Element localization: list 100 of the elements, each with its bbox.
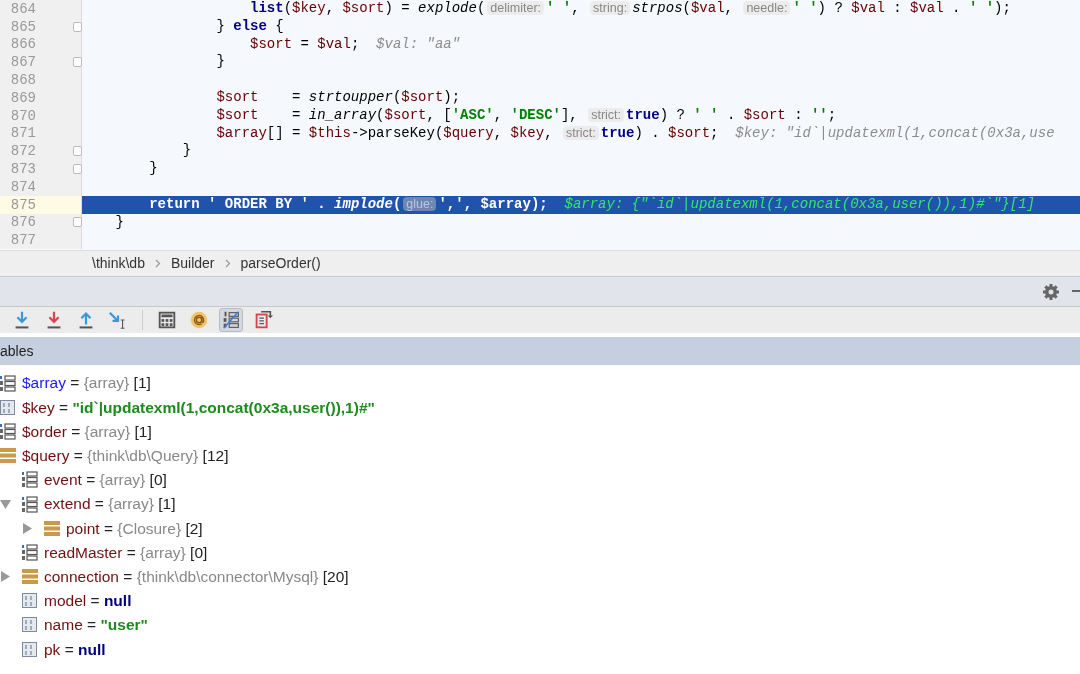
binary-icon [22, 640, 38, 658]
item-count: [1] [158, 494, 176, 515]
code-text: } [182, 142, 192, 159]
variable-type: {think\db\connector\Mysql} [136, 566, 319, 587]
breadcrumb-item[interactable]: \think\db [92, 253, 145, 274]
fold-marker-icon[interactable] [73, 21, 82, 32]
binary-icon [0, 398, 16, 416]
numbered-list-button[interactable] [219, 308, 243, 332]
equals-sign: = [73, 446, 83, 467]
line-number: 865 [9, 18, 36, 35]
code-text: = [292, 106, 301, 123]
variable-name: readMaster [44, 542, 123, 563]
chevron-icon [154, 259, 161, 268]
item-count: [0] [149, 470, 167, 491]
variable-type: {array} [140, 542, 186, 563]
parameter-hint: delimiter: [487, 1, 545, 15]
code-text: } [216, 53, 225, 70]
parameter-hint: glue: [403, 196, 437, 211]
binary-icon [22, 592, 38, 610]
fold-marker-icon[interactable] [73, 164, 82, 175]
fold-marker-icon[interactable] [73, 57, 82, 68]
variable: $query [443, 124, 494, 141]
minimize-icon[interactable] [1072, 290, 1080, 293]
variable: $val [690, 0, 725, 16]
variable-name: $order [22, 421, 67, 442]
variable: $val [851, 0, 885, 16]
equals-sign: = [71, 421, 81, 442]
line-number: 876 [9, 214, 36, 231]
code-text: , [544, 124, 553, 141]
code-text: : [794, 106, 803, 123]
collapse-arrow-icon[interactable] [0, 498, 11, 510]
variable-name: extend [44, 494, 91, 515]
variable-name: name [44, 615, 83, 636]
inline-debug-value: $key: "id`|updatexml(1,concat(0x3a,use [735, 124, 1055, 141]
string-literal: ',' [438, 195, 464, 212]
variable-value: null [78, 639, 106, 660]
variable: $sort [250, 35, 293, 52]
item-count: [20] [322, 566, 349, 587]
equals-sign: = [94, 494, 104, 515]
code-text: ; [827, 106, 837, 123]
code-text: ( [392, 89, 402, 105]
equals-sign: = [123, 566, 133, 587]
variable-type: {array} [84, 421, 131, 442]
equals-sign: = [87, 615, 97, 636]
function-name: explode [418, 0, 477, 16]
settings-icon[interactable] [1042, 282, 1060, 301]
variable: $sort [216, 106, 259, 123]
code-text: ) = [384, 0, 410, 16]
code-text: ( [682, 0, 691, 16]
item-count: [12] [202, 446, 229, 467]
fold-marker-icon[interactable] [73, 146, 82, 157]
breadcrumb-item[interactable]: Builder [170, 253, 215, 274]
string-literal: ' ' [792, 0, 818, 16]
variable: $sort [216, 89, 259, 105]
code-text: } [149, 160, 158, 177]
code-text: { [275, 17, 284, 34]
equals-sign: = [64, 639, 74, 660]
variable-value: "user" [100, 615, 148, 636]
line-number: 868 [9, 72, 36, 89]
variable: $sort [342, 0, 385, 16]
equals-sign: = [126, 542, 136, 563]
code-text: ( [376, 106, 385, 123]
variable: $sort [668, 124, 711, 141]
code-text: ; [710, 124, 719, 141]
variable: $key [292, 0, 326, 16]
keyword: true [626, 106, 660, 123]
variable-name: pk [44, 639, 61, 660]
equals-sign: = [70, 373, 80, 394]
variable-name: $array [22, 373, 66, 394]
variable-type: {Closure} [117, 518, 182, 539]
line-number: 874 [9, 178, 36, 195]
variable: $array [216, 124, 267, 141]
code-text: = [292, 89, 301, 105]
breadcrumb-item[interactable]: parseOrder() [240, 253, 321, 274]
keyword: list [250, 0, 284, 16]
code-text: , [325, 0, 335, 16]
line-number: 875 [9, 196, 36, 213]
code-text: , [493, 106, 503, 123]
keyword: true [600, 124, 635, 141]
parameter-hint: strict: [588, 107, 625, 122]
expand-arrow-icon[interactable] [22, 522, 33, 534]
code-text: ( [476, 0, 486, 16]
item-count: [0] [190, 542, 208, 563]
function-name: strtoupper [308, 89, 393, 105]
keyword: else [233, 17, 267, 34]
variable-type: {array} [108, 494, 154, 515]
code-text: ( [392, 195, 402, 212]
function-name: strpos [632, 0, 683, 16]
variable: $key [510, 124, 545, 141]
function-name: implode [334, 195, 393, 212]
chevron-icon [224, 259, 231, 268]
variable: $val [910, 0, 944, 16]
list-icon [22, 471, 38, 489]
equals-sign: = [103, 518, 113, 539]
fold-marker-icon[interactable] [73, 217, 82, 228]
keyword: return [149, 195, 200, 212]
code-text: , [493, 124, 503, 141]
list-icon [0, 422, 16, 440]
code-text: ) . [634, 124, 660, 141]
expand-arrow-icon[interactable] [0, 571, 11, 583]
